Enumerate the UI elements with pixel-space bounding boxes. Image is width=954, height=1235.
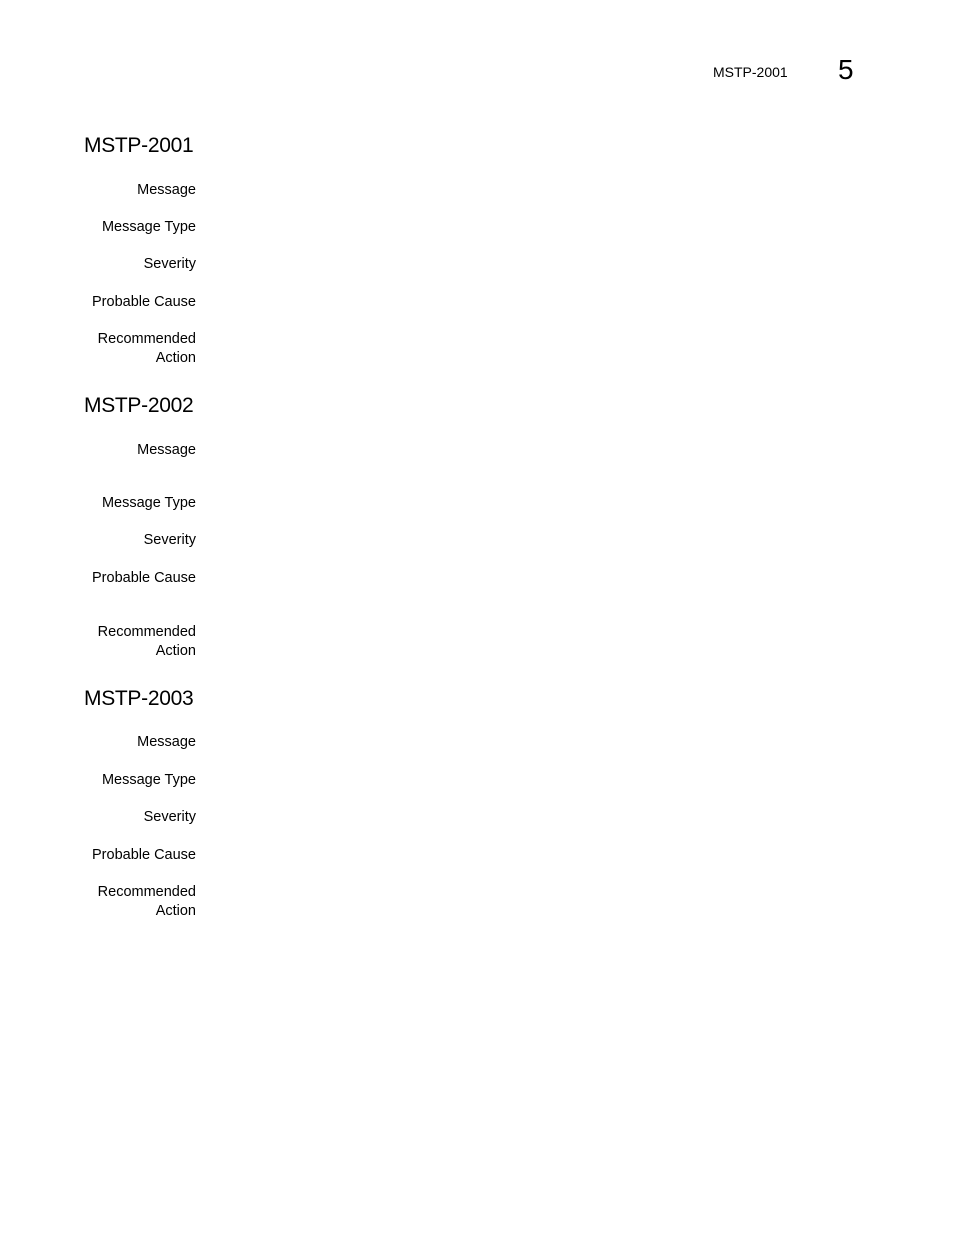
label-message-type: Message Type	[101, 772, 196, 788]
label-recommended-line2: Action	[155, 643, 196, 659]
section-title: MSTP-2002	[84, 394, 194, 417]
label-message: Message	[137, 442, 196, 458]
label-recommended-action: Recommended Action	[98, 623, 196, 661]
label-recommended-line1: Recommended	[97, 331, 196, 347]
label-probable-cause: Probable Cause	[92, 570, 196, 586]
label-recommended-line1: Recommended	[97, 624, 196, 640]
label-recommended-line2: Action	[155, 350, 196, 366]
label-probable-cause: Probable Cause	[92, 847, 196, 863]
label-severity: Severity	[143, 532, 196, 548]
running-title: MSTP-2001	[713, 64, 788, 80]
label-recommended-line1: Recommended	[97, 884, 196, 900]
label-probable-cause: Probable Cause	[92, 294, 196, 310]
label-message-type: Message Type	[101, 219, 196, 235]
section-title: MSTP-2001	[84, 134, 194, 157]
label-severity: Severity	[143, 809, 196, 825]
label-recommended-line2: Action	[155, 903, 196, 919]
label-recommended-action: Recommended Action	[98, 883, 196, 921]
label-recommended-action: Recommended Action	[98, 330, 196, 368]
label-message: Message	[137, 182, 196, 198]
label-message: Message	[137, 734, 196, 750]
label-severity: Severity	[143, 256, 196, 272]
section-title: MSTP-2003	[84, 687, 194, 710]
chapter-number: 5	[838, 54, 854, 85]
label-message-type: Message Type	[101, 495, 196, 511]
